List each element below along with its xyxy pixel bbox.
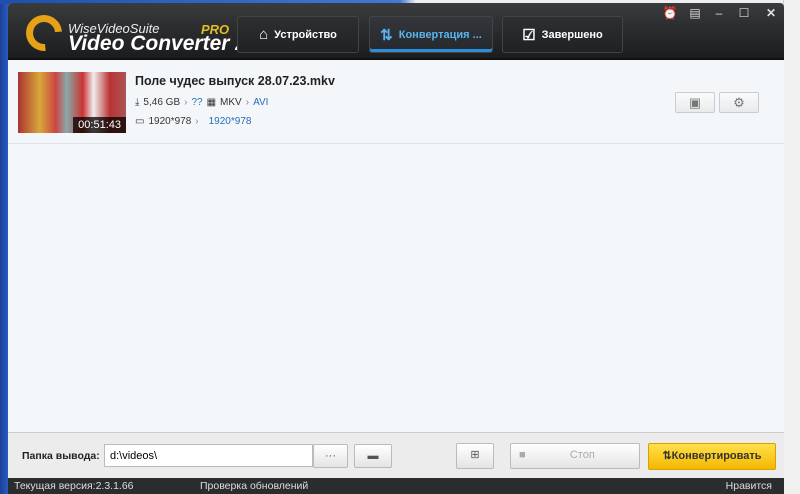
size-icon: ⤓ — [135, 97, 140, 108]
gear-icon: ⚙ — [733, 95, 745, 110]
folder-icon: ▬ — [367, 450, 379, 462]
file-meta: ⤓ 5,46 GB ›?? ▦ MKV › AVI — [135, 97, 268, 108]
tab-completed[interactable]: ☑ Завершено — [502, 16, 623, 53]
film-edit-icon: ▣ — [688, 95, 702, 110]
tab-label: Конвертация ... — [398, 28, 482, 41]
settings-button[interactable]: ⚙ — [719, 92, 759, 113]
checkbox-icon: ☑ — [522, 26, 536, 44]
source-format: MKV — [220, 97, 242, 108]
close-icon[interactable]: ✕ — [760, 6, 782, 20]
status-bar: Текущая версия:2.3.1.66 Проверка обновле… — [8, 478, 784, 494]
file-name: Поле чудес выпуск 28.07.23.mkv — [135, 74, 335, 88]
duration: 00:51:43 — [73, 117, 126, 133]
arrow-icon: › — [245, 97, 250, 108]
tab-convert[interactable]: ⇅ Конвертация ... — [369, 16, 493, 53]
target-size: ?? — [191, 97, 203, 108]
edition-badge: PRO — [201, 22, 230, 37]
stop-button[interactable]: ■ Стоп — [510, 443, 640, 469]
monitor-icon: ▭ — [135, 116, 145, 127]
minimize-icon[interactable]: – — [708, 6, 730, 20]
target-resolution[interactable]: 1920*978 — [209, 116, 252, 127]
tab-label: Устройство — [274, 28, 337, 41]
browse-button[interactable]: ··· — [313, 444, 348, 468]
source-resolution: 1920*978 — [148, 116, 192, 127]
maximize-icon[interactable]: ☐ — [733, 6, 755, 20]
add-video-icon: ⊞ — [470, 449, 480, 461]
output-folder-label: Папка вывода: — [22, 450, 100, 462]
app-window: WiseVideoSuite Video Converter 2 PRO ⌂ Ус… — [8, 3, 784, 494]
film-icon: ▦ — [206, 97, 217, 108]
skin-icon[interactable]: ▤ — [684, 6, 706, 20]
arrow-icon: › — [184, 97, 188, 108]
bottom-toolbar: Папка вывода: ··· ▬ ⊞ ■ Стоп ⇅Конвертиров… — [8, 432, 784, 478]
version-text: Текущая версия:2.3.1.66 — [14, 480, 134, 492]
stop-icon: ■ — [519, 449, 526, 461]
stop-label: Стоп — [569, 449, 595, 461]
video-thumbnail: 00:51:43 — [18, 72, 126, 133]
list-item[interactable]: 00:51:43 Поле чудес выпуск 28.07.23.mkv … — [8, 62, 784, 144]
convert-button[interactable]: ⇅Конвертировать — [648, 443, 776, 470]
add-file-button[interactable]: ⊞ — [456, 443, 494, 469]
arrow-icon: › — [195, 116, 199, 127]
check-updates-link[interactable]: Проверка обновлений — [200, 480, 308, 492]
header: WiseVideoSuite Video Converter 2 PRO ⌂ Ус… — [8, 3, 784, 60]
output-folder-input[interactable] — [104, 444, 313, 467]
tab-device[interactable]: ⌂ Устройство — [237, 16, 359, 53]
file-list-empty-area — [8, 144, 784, 432]
desktop-background — [783, 0, 800, 494]
tab-label: Завершено — [541, 28, 603, 41]
convert-icon: ⇅ — [380, 26, 393, 44]
alarm-icon[interactable]: ⏰ — [659, 6, 681, 20]
resolution-meta: ▭ 1920*978 › 1920*978 — [135, 116, 251, 127]
file-size: 5,46 GB — [143, 97, 181, 108]
open-folder-button[interactable]: ▬ — [354, 444, 392, 468]
edit-video-button[interactable]: ▣ — [675, 92, 715, 113]
convert-icon: ⇅ — [662, 450, 672, 462]
logo-icon — [18, 7, 70, 59]
convert-label: Конвертировать — [671, 450, 762, 462]
home-icon: ⌂ — [259, 26, 269, 43]
like-link[interactable]: Нравится — [726, 480, 772, 492]
target-format[interactable]: AVI — [253, 97, 268, 108]
